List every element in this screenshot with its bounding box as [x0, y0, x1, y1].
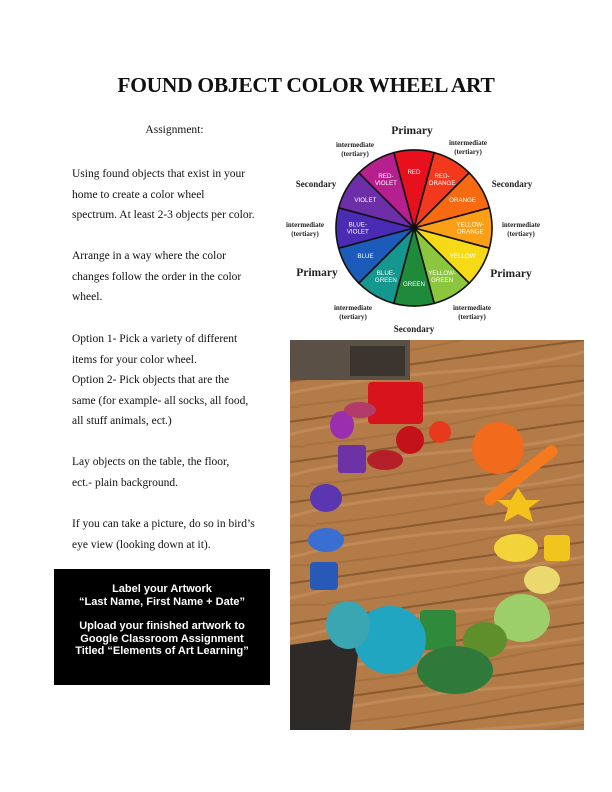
red-object: [368, 382, 423, 424]
text-line: items for your color wheel.: [72, 353, 197, 366]
intermediate-label: intermediate: [453, 304, 491, 312]
tertiary-label: (tertiary): [291, 230, 319, 238]
instruction-paragraph-1: Using found objects that exist in your h…: [72, 164, 272, 226]
yellow-object: [524, 566, 560, 594]
primary-label-right: Primary: [490, 268, 532, 280]
text-line: ect.- plain background.: [72, 476, 179, 489]
wheel-segment-label: ORANGE: [449, 197, 476, 204]
assignment-heading: Assignment:: [145, 124, 204, 136]
text-line: spectrum. At least 2-3 objects per color…: [72, 209, 255, 222]
intermediate-label: intermediate: [286, 221, 324, 229]
primary-label-top: Primary: [391, 125, 433, 137]
tertiary-label: (tertiary): [507, 230, 535, 238]
wheel-segment-label: YELLOW-ORANGE: [456, 222, 484, 236]
primary-label-left: Primary: [296, 267, 338, 279]
instruction-paragraph-4: Lay objects on the table, the floor, ect…: [72, 452, 272, 493]
intermediate-label: intermediate: [502, 221, 540, 229]
blue-violet-object: [310, 484, 342, 512]
page-title: FOUND OBJECT COLOR WHEEL ART: [117, 73, 495, 97]
red-orange-object: [429, 421, 451, 443]
text-line: wheel.: [72, 291, 103, 304]
wheel-segment-label: YELLOW-GREEN: [428, 270, 456, 284]
tertiary-label: (tertiary): [458, 313, 486, 321]
wheel-segment-label: BLUE: [357, 253, 373, 260]
red-object: [396, 426, 424, 454]
wheel-segment-label: YELLOW: [450, 253, 476, 260]
wheel-segment-label: GREEN: [403, 281, 425, 288]
artwork-photo: [290, 340, 584, 730]
notice-line: Label your Artwork: [112, 583, 212, 595]
tertiary-label: (tertiary): [339, 313, 367, 321]
notice-line: Google Classroom Assignment: [80, 632, 244, 645]
text-line: home to create a color wheel: [72, 188, 205, 201]
secondary-label-bottom: Secondary: [394, 324, 435, 334]
text-line: Lay objects on the table, the floor,: [72, 456, 230, 468]
notice-line: Upload your finished artwork to: [79, 620, 245, 633]
instruction-paragraph-3: Option 1- Pick a variety of different it…: [72, 329, 272, 432]
intermediate-label: intermediate: [449, 139, 487, 147]
green-object: [417, 646, 493, 694]
text-line: all stuff animals, ect.): [72, 415, 172, 428]
instruction-paragraph-2: Arrange in a way where the color changes…: [72, 246, 272, 308]
orange-object: [472, 422, 524, 474]
yellow-object: [544, 535, 570, 561]
yellow-object: [494, 534, 538, 562]
instruction-paragraph-5: If you can take a picture, do so in bird…: [72, 514, 272, 555]
secondary-label-left: Secondary: [296, 179, 337, 189]
color-wheel-segments: REDRED-ORANGEORANGEYELLOW-ORANGEYELLOWYE…: [335, 149, 493, 307]
text-line: same (for example- all socks, all food,: [72, 394, 249, 407]
text-line: Option 1- Pick a variety of different: [72, 333, 238, 345]
red-object: [367, 450, 403, 470]
wheel-segment-label: VIOLET: [354, 197, 376, 204]
red-violet-object: [344, 402, 376, 418]
blue-object: [310, 562, 338, 590]
text-line: If you can take a picture, do so in bird…: [72, 518, 255, 530]
wheel-segment-label: BLUE-GREEN: [375, 270, 397, 284]
submission-notice-box: Label your Artwork “Last Name, First Nam…: [54, 569, 270, 685]
wheel-segment-label: BLUE-VIOLET: [347, 222, 369, 236]
text-line: changes follow the order in the color: [72, 270, 242, 283]
color-wheel-diagram: REDRED-ORANGEORANGEYELLOW-ORANGEYELLOWYE…: [286, 125, 540, 334]
text-line: Option 2- Pick objects that are the: [72, 374, 230, 387]
dark-mat: [290, 635, 360, 730]
notice-line: Titled “Elements of Art Learning”: [75, 645, 249, 658]
blue-green-object: [326, 601, 370, 649]
intermediate-label: intermediate: [336, 141, 374, 149]
tertiary-label: (tertiary): [454, 148, 482, 156]
blue-object: [308, 528, 344, 552]
tertiary-label: (tertiary): [341, 150, 369, 158]
intermediate-label: intermediate: [334, 304, 372, 312]
violet-object: [338, 445, 366, 473]
notice-line: “Last Name, First Name + Date”: [79, 595, 245, 608]
text-line: Using found objects that exist in your: [72, 168, 246, 180]
text-line: eye view (looking down at it).: [72, 538, 211, 551]
wheel-segment-label: RED: [407, 169, 421, 176]
text-line: Arrange in a way where the color: [72, 250, 226, 262]
secondary-label-right: Secondary: [492, 179, 533, 189]
